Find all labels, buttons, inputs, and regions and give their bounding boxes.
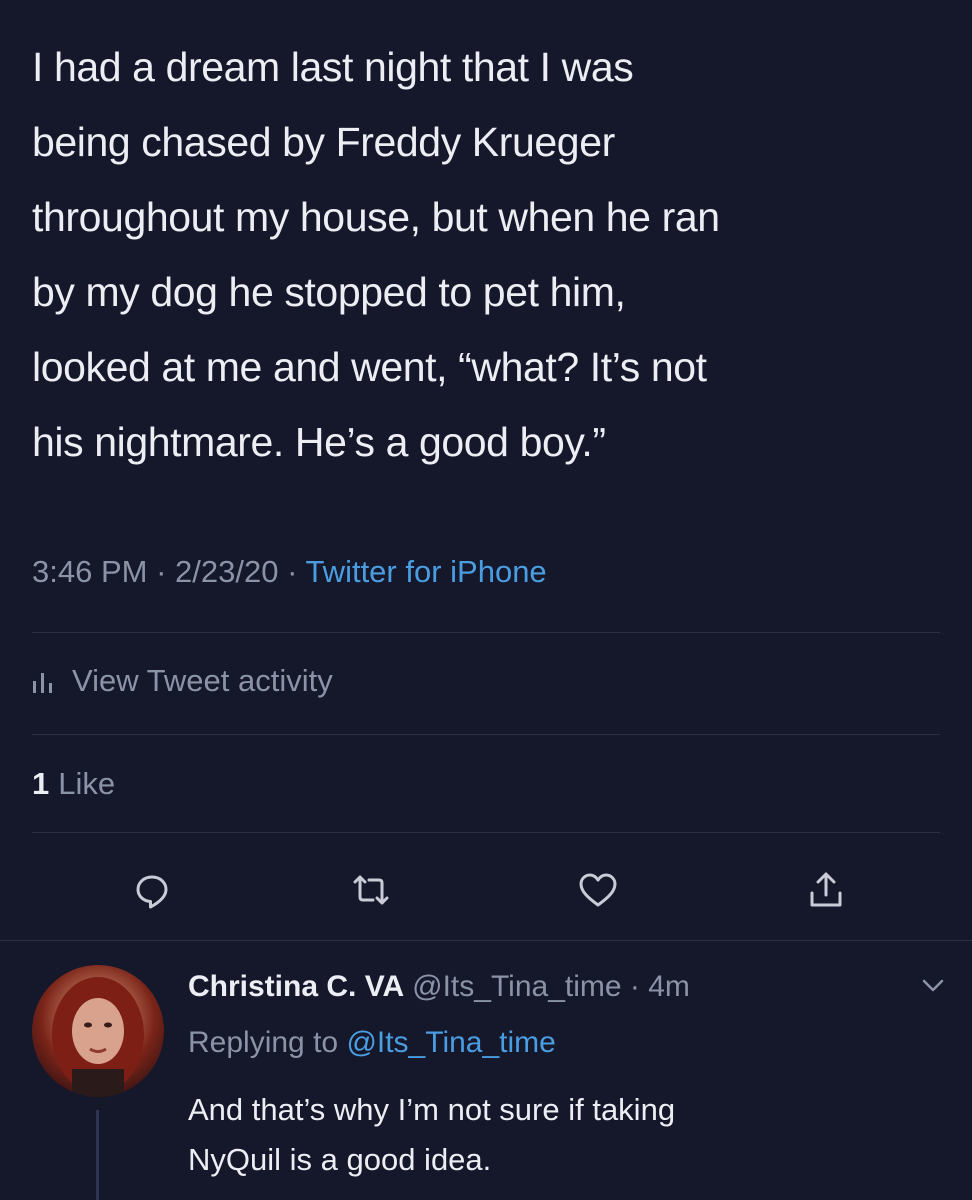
likes-link[interactable]: 1 Like: [32, 760, 115, 808]
like-button[interactable]: [570, 862, 626, 918]
reply-icon: [136, 875, 168, 909]
replying-to-mention[interactable]: @Its_Tina_time: [346, 1026, 555, 1059]
tweet-text-line: his nightmare. He’s a good boy.”: [32, 419, 606, 465]
divider: [32, 734, 940, 735]
reply-time[interactable]: 4m: [648, 970, 690, 1003]
divider: [32, 832, 940, 833]
view-tweet-activity-label: View Tweet activity: [72, 663, 333, 698]
replying-to: Replying to @Its_Tina_time: [188, 1021, 556, 1065]
likes-label: Like: [58, 766, 116, 801]
tweet-actions-bar: [0, 862, 972, 918]
share-icon: [810, 872, 842, 907]
meta-separator: ·: [147, 554, 176, 589]
reply-button[interactable]: [124, 862, 180, 918]
tweet-text: I had a dream last night that I was bein…: [32, 30, 952, 480]
retweet-icon: [353, 875, 389, 905]
reply-text: And that’s why I’m not sure if taking Ny…: [188, 1085, 948, 1185]
avatar[interactable]: [32, 965, 164, 1097]
reply-text-line: NyQuil is a good idea.: [188, 1142, 492, 1177]
tweet-meta: 3:46 PM · 2/23/20 · Twitter for iPhone: [32, 548, 547, 596]
reply-display-name[interactable]: Christina C. VA: [188, 970, 404, 1003]
share-button[interactable]: [798, 862, 854, 918]
likes-count: 1: [32, 766, 50, 801]
retweet-button[interactable]: [343, 862, 399, 918]
divider: [32, 632, 940, 633]
view-tweet-activity-button[interactable]: View Tweet activity: [32, 656, 333, 706]
tweet-date[interactable]: 2/23/20: [175, 554, 278, 589]
analytics-icon: [33, 673, 52, 693]
tweet-text-line: I had a dream last night that I was: [32, 44, 634, 90]
tweet-text-line: by my dog he stopped to pet him,: [32, 269, 626, 315]
reply-header: Christina C. VA @Its_Tina_time · 4m: [188, 965, 690, 1009]
reply-tweet[interactable]: Christina C. VA @Its_Tina_time · 4m Reply…: [0, 945, 972, 1200]
tweet-text-line: being chased by Freddy Krueger: [32, 119, 615, 165]
tweet-time[interactable]: 3:46 PM: [32, 554, 147, 589]
replying-to-prefix: Replying to: [188, 1026, 347, 1059]
divider: [0, 940, 972, 941]
reply-text-line: And that’s why I’m not sure if taking: [188, 1092, 676, 1127]
tweet-text-line: throughout my house, but when he ran: [32, 194, 720, 240]
heart-icon: [579, 873, 617, 907]
reply-handle[interactable]: @Its_Tina_time: [412, 970, 621, 1003]
tweet-text-line: looked at me and went, “what? It’s not: [32, 344, 707, 390]
meta-separator: ·: [621, 970, 649, 1003]
chevron-down-icon[interactable]: [920, 975, 946, 995]
avatar-photo: [52, 977, 144, 1097]
meta-separator: ·: [278, 554, 306, 589]
thread-line: [96, 1110, 99, 1200]
tweet-source-link[interactable]: Twitter for iPhone: [305, 554, 546, 589]
